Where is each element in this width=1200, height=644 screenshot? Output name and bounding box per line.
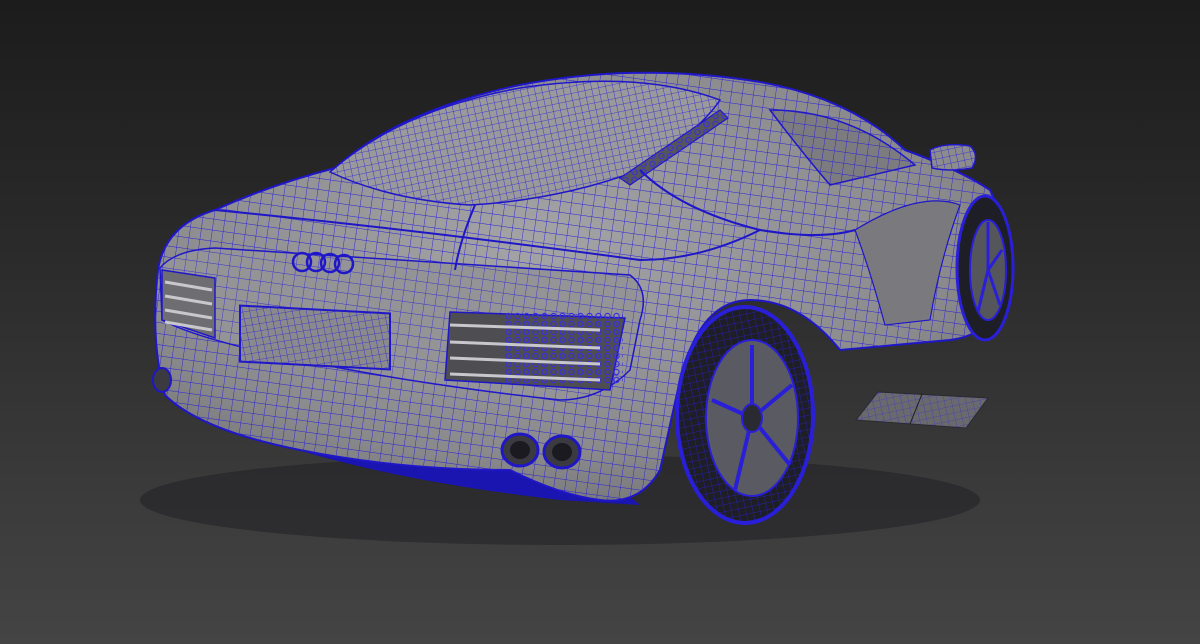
3d-viewport[interactable]: [0, 0, 1200, 644]
front-wheel: [955, 194, 1015, 342]
left-exhaust: [152, 367, 172, 393]
rear-wheel: [675, 305, 815, 525]
right-tail-light: [444, 311, 626, 391]
license-plate: [239, 304, 391, 371]
viewport-canvas[interactable]: [0, 0, 1200, 644]
ground-grid-plane: [855, 391, 989, 429]
car-model[interactable]: [152, 71, 1015, 525]
side-mirror: [929, 143, 977, 171]
